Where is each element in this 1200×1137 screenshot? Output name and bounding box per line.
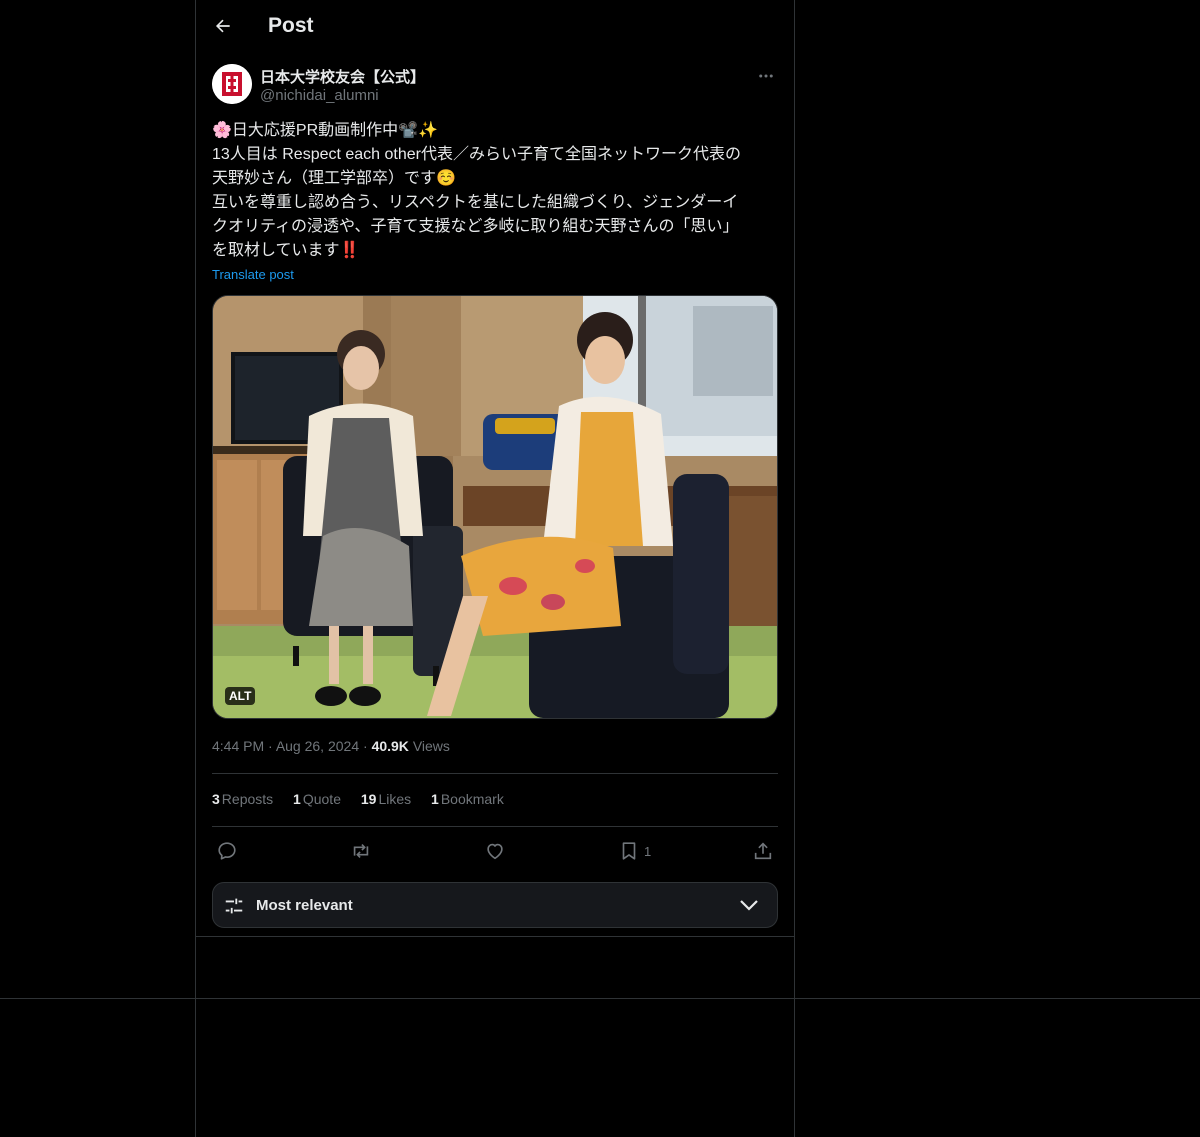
user-handle[interactable]: @nichidai_alumni (260, 87, 379, 104)
bookmark-count: 1 (644, 843, 652, 859)
more-horizontal-icon (759, 74, 773, 78)
likes-label: Likes (378, 791, 412, 807)
post-date[interactable]: Aug 26, 2024 (276, 738, 359, 754)
meta-separator: · (363, 738, 372, 754)
back-arrow-icon (215, 19, 230, 33)
post-time[interactable]: 4:44 PM (212, 738, 264, 754)
like-icon (487, 843, 503, 860)
likes-count: 19 (360, 791, 377, 807)
bookmarks-count: 1 (431, 791, 439, 807)
post-text-line: 天野妙さん（理工学部卒）です☺️ (212, 170, 456, 187)
office-interview-photo (213, 296, 777, 718)
repost-icon (353, 843, 369, 859)
quotes-label: Quote (302, 791, 341, 807)
post-text-line: 🌸日大応援PR動画制作中📽️✨ (212, 122, 438, 139)
share-icon (754, 842, 772, 860)
more-options-button[interactable] (754, 64, 778, 88)
post-text-line: クオリティの浸透や、子育て支援など多岐に取り組む天野さんの「思い」 (212, 218, 739, 235)
post-photo[interactable]: ALT (212, 295, 778, 719)
bookmarks-stat[interactable]: 1 Bookmark (431, 791, 504, 807)
divider (196, 936, 794, 937)
avatar[interactable] (212, 64, 252, 104)
alt-text-badge[interactable]: ALT (225, 687, 256, 705)
post-text-line: 互いを尊重し認め合う、リスペクトを基にした組織づくり、ジェンダーイ (212, 194, 739, 211)
post-text-line: を取材しています‼️ (212, 242, 360, 259)
post-author: 日本大学校友会【公式】 @nichidai_alumni (212, 64, 778, 108)
reply-icon (218, 842, 236, 860)
display-name[interactable]: 日本大学校友会【公式】 (260, 66, 425, 87)
quotes-stat[interactable]: 1 Quote (293, 791, 341, 807)
repost-button[interactable] (350, 837, 372, 865)
post-meta: 4:44 PM · Aug 26, 2024 · 40.9K Views (212, 738, 450, 754)
chevron-down-icon (740, 900, 758, 911)
reposts-stat[interactable]: 3 Reposts (212, 791, 273, 807)
school-logo-icon (212, 64, 252, 104)
sort-label: Most relevant (256, 897, 353, 914)
top-bar: Post (196, 0, 794, 53)
meta-separator: · (268, 738, 276, 754)
replies-sort-dropdown[interactable]: Most relevant (212, 882, 778, 928)
reply-button[interactable] (216, 837, 238, 865)
page-title: Post (268, 14, 314, 37)
post-text: 🌸日大応援PR動画制作中📽️✨ 13人目は Respect each other… (212, 119, 778, 263)
sliders-icon (225, 898, 243, 914)
reposts-count: 3 (212, 791, 220, 807)
quotes-count: 1 (293, 791, 301, 807)
divider (212, 773, 778, 774)
post-column: Post 日本大学校友会【公式】 @nichidai_alumni 🌸日大応援P… (195, 0, 795, 1137)
reposts-label: Reposts (221, 791, 274, 807)
action-bar: 1 (212, 837, 778, 865)
post-text-line: 13人目は Respect each other代表／みらい子育て全国ネットワー… (212, 146, 741, 163)
bookmarks-label: Bookmark (440, 791, 504, 807)
translate-post-link[interactable]: Translate post (212, 267, 294, 282)
like-button[interactable] (484, 837, 506, 865)
back-button[interactable] (208, 11, 238, 41)
divider (212, 826, 778, 827)
engagement-stats: 3 Reposts 1 Quote 19 Likes 1 Bookmark (212, 791, 520, 807)
bookmark-button[interactable]: 1 (618, 837, 651, 865)
likes-stat[interactable]: 19 Likes (361, 791, 411, 807)
views-count: 40.9K (371, 738, 409, 754)
share-button[interactable] (752, 837, 774, 865)
bookmark-icon (622, 842, 636, 860)
views-label: Views (412, 738, 450, 754)
